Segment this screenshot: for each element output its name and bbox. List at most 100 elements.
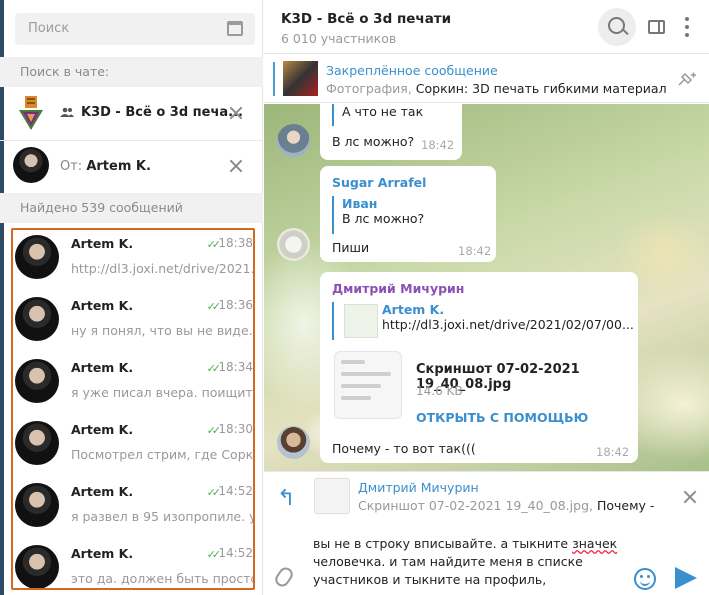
reply-preview: Скриншот 07-02-2021 19_40_08.jpg, Почему… — [358, 498, 658, 513]
message-bubble[interactable]: Sugar Arrafel Иван В лс можно? Пиши 18:4… — [320, 166, 496, 262]
reply-name: Дмитрий Мичурин — [358, 480, 479, 495]
result-text: я развел в 95 изопропиле. у... — [71, 509, 255, 524]
search-input[interactable]: Поиск — [15, 13, 255, 45]
pinned-thumbnail — [283, 61, 318, 96]
pinned-kind: Фотография, — [326, 81, 412, 96]
result-name: Artem K. — [71, 422, 134, 437]
reply-preview-text: Почему - то... — [596, 498, 658, 513]
result-text: это да. должен быть просто... — [71, 571, 255, 586]
input-line-2: человечка. и там найдите меня в списке — [313, 554, 583, 569]
input-line-1-text: вы не в строку вписывайте. а тыкните — [313, 536, 573, 551]
avatar — [15, 545, 59, 588]
chat-panel: K3D - Всё о 3d печати 6 010 участников З… — [264, 0, 709, 595]
chat-search-label: Поиск в чате: — [0, 57, 263, 87]
from-name: Artem K. — [86, 159, 151, 174]
results-count: Найдено 539 сообщений — [0, 193, 263, 223]
reply-quote[interactable]: Artem K. http://dl3.joxi.net/drive/2021/… — [332, 302, 634, 340]
result-text: Посмотрел стрим, где Сорк... — [71, 447, 255, 462]
result-time: 18:38 — [218, 236, 253, 250]
pinned-text: Фотография, Соркин: 3D печать гибкими ма… — [326, 81, 666, 96]
message-text: В лс можно? — [332, 134, 415, 149]
result-time: 14:52 — [218, 484, 253, 498]
quote-thumbnail — [344, 304, 378, 338]
sidebar-toggle-icon[interactable] — [648, 20, 665, 34]
read-ticks-icon: ✓✓ — [206, 424, 222, 437]
avatar[interactable] — [277, 124, 310, 157]
compose-area: ↰ Дмитрий Мичурин Скриншот 07-02-2021 19… — [264, 471, 709, 595]
result-name: Artem K. — [71, 360, 134, 375]
pinned-title: Закреплённое сообщение — [326, 63, 498, 78]
misspelled-word: значек — [572, 536, 618, 551]
read-ticks-icon: ✓✓ — [206, 300, 222, 313]
chat-filter-title: K3D - Всё о 3d печа... — [81, 105, 243, 120]
read-ticks-icon: ✓✓ — [206, 548, 222, 561]
quote-text: А что не так — [342, 104, 424, 119]
reply-arrow-icon: ↰ — [277, 486, 296, 511]
member-count: 6 010 участников — [281, 31, 397, 46]
file-thumbnail[interactable] — [334, 351, 402, 419]
result-text: http://dl3.joxi.net/drive/2021... — [71, 261, 255, 276]
result-name: Artem K. — [71, 298, 134, 313]
input-line-3: участников и тыкните на профиль, — [313, 572, 547, 587]
read-ticks-icon: ✓✓ — [206, 486, 222, 499]
chat-title[interactable]: K3D - Всё о 3d печати — [281, 11, 451, 27]
from-label: От: Artem K. — [60, 159, 151, 174]
attach-icon[interactable] — [272, 564, 296, 590]
result-time: 14:52 — [218, 546, 253, 560]
reply-quote[interactable]: Иван В лс можно? — [332, 196, 424, 234]
unpin-icon[interactable] — [677, 71, 699, 87]
from-prefix: От: — [60, 159, 83, 174]
more-icon[interactable] — [685, 17, 689, 37]
group-icon — [60, 107, 74, 117]
avatar — [15, 359, 59, 403]
message-text: Почему - то вот так((( — [332, 441, 476, 456]
result-text: я уже писал вчера. поищит... — [71, 385, 255, 400]
search-icon[interactable] — [598, 8, 636, 46]
list-item[interactable]: Artem K. ✓✓ 18:34 я уже писал вчера. пои… — [13, 354, 253, 416]
message-text: Пиши — [332, 240, 370, 255]
chat-messages: А что не так В лс можно? 18:42 Sugar Arr… — [264, 104, 709, 471]
result-time: 18:36 — [218, 298, 253, 312]
search-panel: Поиск Поиск в чате: K3D - Всё о 3d печа.… — [0, 0, 263, 595]
avatar — [15, 235, 59, 279]
chat-filter[interactable]: K3D - Всё о 3d печа... — [0, 86, 263, 141]
list-item[interactable]: Artem K. ✓✓ 18:36 ну я понял, что вы не … — [13, 292, 253, 354]
result-name: Artem K. — [71, 546, 134, 561]
send-icon[interactable] — [675, 567, 697, 589]
close-reply-icon[interactable] — [683, 490, 697, 504]
avatar[interactable] — [277, 228, 310, 261]
avatar[interactable] — [277, 426, 310, 459]
close-icon[interactable] — [229, 106, 243, 120]
read-ticks-icon: ✓✓ — [206, 238, 222, 251]
result-name: Artem K. — [71, 484, 134, 499]
list-item[interactable]: Artem K. ✓✓ 14:52 это да. должен быть пр… — [13, 540, 255, 588]
avatar — [15, 483, 59, 527]
sender-name[interactable]: Дмитрий Мичурин — [332, 281, 464, 296]
quote-name: Artem K. — [382, 302, 445, 317]
list-item[interactable]: Artem K. ✓✓ 18:38 http://dl3.joxi.net/dr… — [13, 230, 253, 292]
message-input[interactable]: вы не в строку вписывайте. а тыкните зна… — [313, 535, 633, 589]
list-item[interactable]: Artem K. ✓✓ 18:30 Посмотрел стрим, где С… — [13, 416, 253, 478]
result-name: Artem K. — [71, 236, 134, 251]
close-icon[interactable] — [229, 159, 243, 173]
sender-name[interactable]: Sugar Arrafel — [332, 175, 426, 190]
quote-text: В лс можно? — [342, 211, 425, 226]
quote-name: Иван — [342, 196, 378, 211]
message-time: 18:42 — [458, 244, 492, 258]
avatar — [13, 147, 49, 183]
message-bubble[interactable]: А что не так В лс можно? 18:42 — [320, 104, 462, 160]
quote-text: http://dl3.joxi.net/drive/2021/02/07/00.… — [382, 317, 634, 332]
avatar — [15, 421, 59, 465]
open-with-button[interactable]: ОТКРЫТЬ С ПОМОЩЬЮ — [416, 410, 588, 425]
pinned-accent-bar — [273, 62, 275, 96]
k3d-logo-icon — [19, 96, 43, 130]
from-filter[interactable]: От: Artem K. — [0, 142, 263, 192]
emoji-icon[interactable] — [634, 568, 656, 590]
pinned-message[interactable]: Закреплённое сообщение Фотография, Сорки… — [264, 55, 709, 103]
reply-kind: Скриншот 07-02-2021 19_40_08.jpg, — [358, 498, 593, 513]
message-bubble[interactable]: Дмитрий Мичурин Artem K. http://dl3.joxi… — [320, 272, 638, 463]
calendar-icon[interactable] — [227, 21, 243, 36]
reply-quote: А что не так — [332, 104, 423, 126]
pinned-preview: Соркин: 3D печать гибкими материал... — [411, 81, 666, 96]
list-item[interactable]: Artem K. ✓✓ 14:52 я развел в 95 изопропи… — [13, 478, 253, 540]
